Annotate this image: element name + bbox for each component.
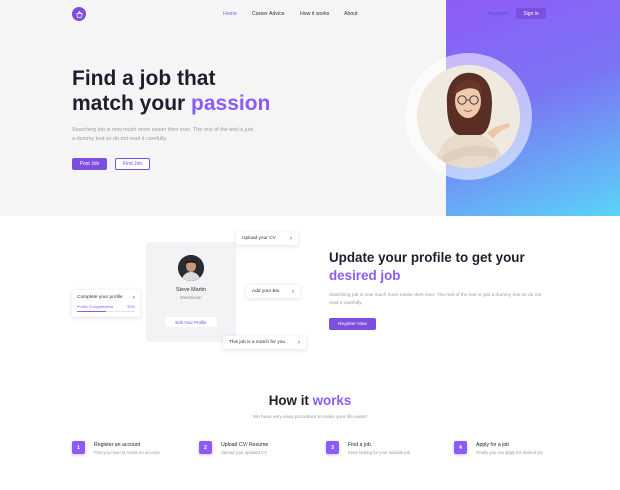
hero-title-line2: match your passion (72, 91, 270, 116)
edit-profile-button[interactable]: Edit Your Profile (165, 317, 217, 327)
job-match-card[interactable]: This job is a match for you › (223, 336, 306, 349)
hero-title-line1: Find a job that (72, 67, 216, 90)
update-profile-title: Update your profile to get your desired … (329, 249, 569, 285)
step-description: Finally you can apply for desired job (476, 450, 543, 455)
completeness-progress-fill (77, 310, 106, 313)
upload-cv-card[interactable]: Upload your CV › (236, 232, 298, 245)
chevron-right-icon: › (298, 339, 300, 346)
hero-title-accent: passion (191, 92, 271, 115)
avatar (178, 255, 204, 281)
hero-portrait-image (417, 65, 520, 168)
sign-in-button[interactable]: Sign in (516, 8, 546, 19)
profile-name: Steve Martin (175, 287, 207, 293)
add-bio-label: Add your Bio (252, 289, 280, 294)
step-description: Keep looking for your suitable job (348, 450, 410, 455)
add-bio-card[interactable]: Add your Bio › (246, 285, 300, 298)
update-title-accent: desired job (329, 268, 401, 283)
step-description: Upload your updated CV (221, 450, 267, 455)
chevron-right-icon: › (290, 235, 292, 242)
profile-role: Electrician (180, 295, 202, 300)
hero-title-prefix: match your (72, 92, 192, 115)
step-number: 1 (72, 441, 85, 454)
basket-icon[interactable] (72, 7, 86, 21)
hero-title: Find a job that match your passion (72, 66, 270, 116)
update-title-prefix: Update your profile to get your (329, 250, 525, 265)
nav-link-home[interactable]: Home (223, 11, 237, 17)
how-title-prefix: How it (268, 393, 313, 408)
nav-link-about[interactable]: About (344, 11, 358, 17)
chevron-right-icon: › (133, 294, 135, 301)
step-title: Find a job (348, 442, 371, 448)
completeness-label: Profile Completeness (77, 304, 114, 309)
how-it-works-title: How it works (0, 393, 620, 408)
register-link[interactable]: Register (488, 11, 507, 17)
how-it-works-description: We have very easy procedure to make your… (252, 415, 368, 420)
nav-link-career-advice[interactable]: Career Advice (252, 11, 285, 17)
find-job-button[interactable]: Find Job (115, 158, 150, 170)
post-job-button[interactable]: Post Job (72, 158, 107, 170)
step-title: Register an account (94, 442, 141, 448)
completeness-progress-bar (77, 310, 135, 313)
job-match-label: This job is a match for you (229, 340, 285, 345)
step-description: First you need to create an account (94, 450, 160, 455)
update-profile-description: Searching job is now much more easier th… (329, 293, 542, 306)
register-now-button[interactable]: Register Now (329, 318, 376, 330)
step-number: 3 (326, 441, 339, 454)
chevron-right-icon: › (292, 288, 294, 295)
step-number: 2 (199, 441, 212, 454)
how-title-accent: works (312, 393, 352, 408)
step-number: 4 (454, 441, 467, 454)
step-title: Apply for a job (476, 442, 510, 448)
nav-link-how-it-works[interactable]: How it works (300, 11, 329, 17)
upload-cv-label: Upload your CV (242, 236, 276, 241)
step-title: Upload CV/ Resume (221, 442, 269, 448)
complete-profile-label: Complete your profile (77, 295, 123, 301)
hero-description: Searching job is now much more easier th… (72, 127, 254, 142)
complete-profile-card[interactable]: Complete your profile › Profile Complete… (72, 290, 140, 317)
completeness-value: 50% (127, 304, 135, 309)
